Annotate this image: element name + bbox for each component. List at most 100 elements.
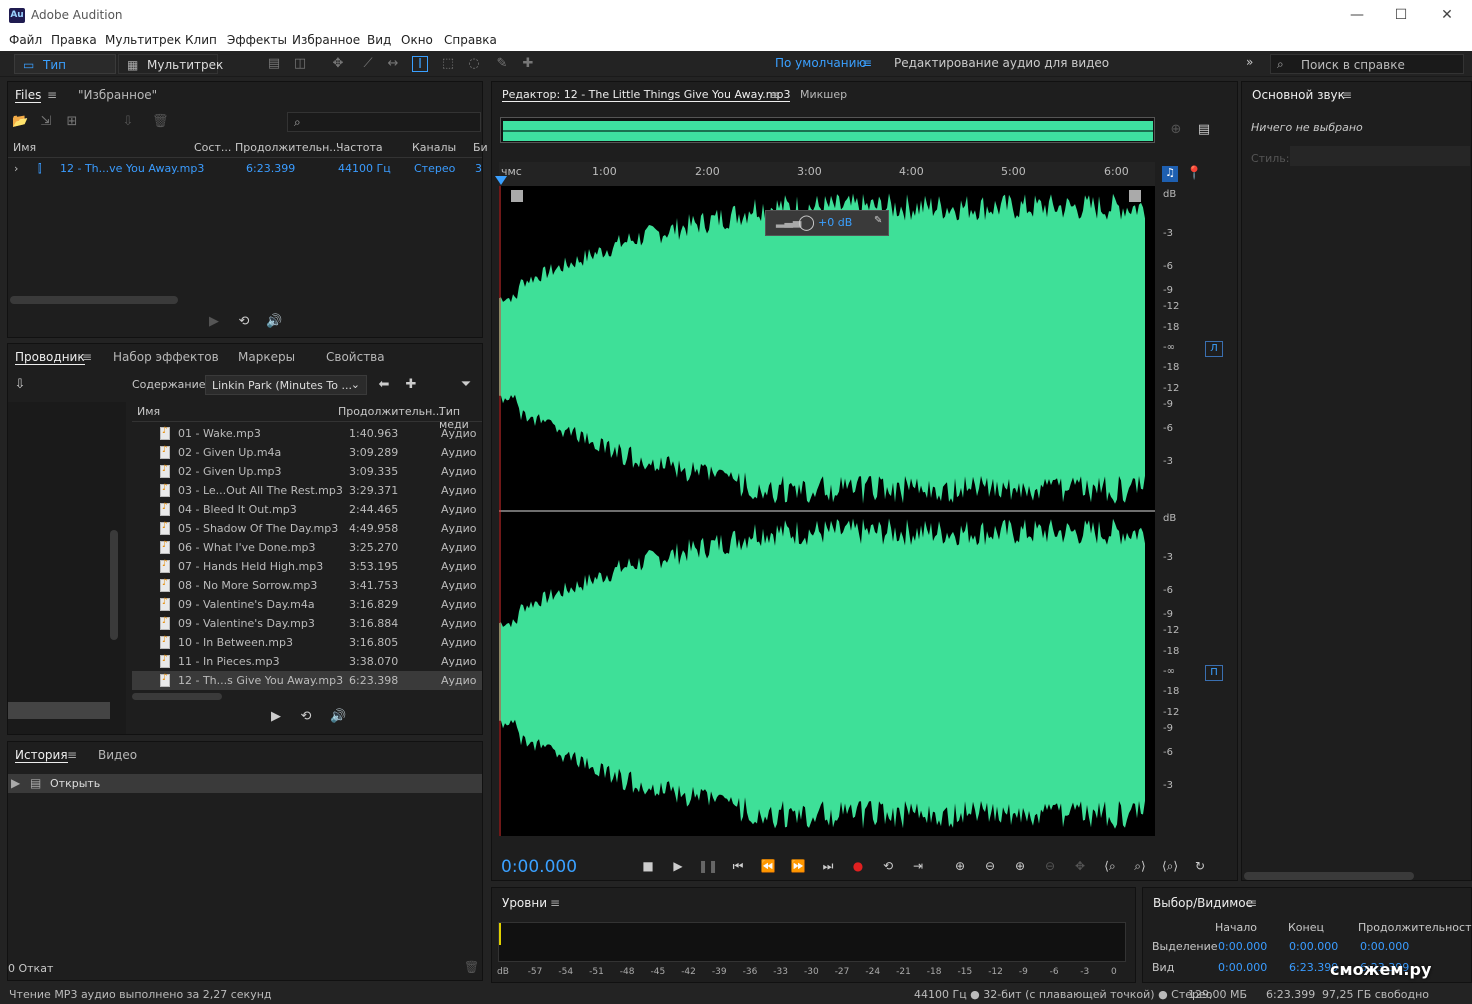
list-item[interactable]: 04 - Bleed It Out.mp3 2:44.465 Аудио [132,500,482,519]
list-item[interactable]: 03 - Le...Out All The Rest.mp3 3:29.371 Ау… [132,481,482,500]
tab-selection-view[interactable]: Выбор/Видимое [1153,896,1253,910]
zoom-in-amplitude-icon[interactable]: ⊕ [950,857,970,875]
menu-edit[interactable]: Правка [51,33,97,47]
selection-duration[interactable]: 0:00.000 [1360,940,1409,953]
razor-tool-icon[interactable]: ⟋ [360,56,376,72]
marquee-tool-icon[interactable]: ⬚ [440,56,456,72]
tab-effects-rack[interactable]: Набор эффектов [113,350,219,364]
explorer-menu-icon[interactable]: ≡ [82,350,92,364]
history-item[interactable]: ▶ ▤ Открыть [8,774,482,793]
more-workspaces-icon[interactable]: » [1246,55,1253,69]
zoom-selection-icon[interactable]: ✥ [1070,857,1090,875]
autoplay-icon[interactable]: 🔊 [266,314,282,330]
zoom-full-icon[interactable]: ⟨⌕⟩ [1160,857,1180,875]
open-file-icon[interactable]: 📂 [12,114,28,130]
list-item[interactable]: 10 - In Between.mp3 3:16.805 Аудио [132,633,482,652]
file-row[interactable]: › ⫿ 12 - Th...ve You Away.mp3 6:23.399 4… [8,159,482,178]
maximize-button[interactable]: ☐ [1386,4,1416,26]
editor-menu-icon[interactable]: ≡ [769,88,779,102]
move-tool-icon[interactable]: ✥ [330,56,346,72]
delete-icon[interactable]: 🗑 [152,114,169,130]
essential-menu-icon[interactable]: ≡ [1342,88,1352,102]
spot-healing-icon[interactable]: ✚ [520,56,536,72]
col-rate[interactable]: Частота [336,141,383,154]
expand-icon[interactable]: › [14,162,18,175]
menu-effects[interactable]: Эффекты [227,33,287,47]
col-duration[interactable]: Продолжительн... [235,141,340,154]
selection-menu-icon[interactable]: ≡ [1247,896,1257,910]
files-hscrollbar[interactable] [10,296,178,304]
col-name[interactable]: Имя [137,405,160,418]
zoom-in-left-icon[interactable]: ⟨⌕ [1100,857,1120,875]
skip-selection-icon[interactable]: ⇥ [908,857,928,875]
levels-menu-icon[interactable]: ≡ [550,896,560,910]
tab-favorites[interactable]: "Избранное" [78,88,157,102]
col-channels[interactable]: Каналы [412,141,456,154]
list-item[interactable]: 08 - No More Sorrow.mp3 3:41.753 Аудио [132,576,482,595]
channel-left-toggle[interactable]: Л [1205,341,1223,357]
menu-view[interactable]: Вид [367,33,391,47]
playhead-marker[interactable] [495,176,507,185]
list-item[interactable]: 02 - Given Up.mp3 3:09.335 Аудио [132,462,482,481]
import-file-icon[interactable]: ⇲ [38,114,54,130]
fade-in-handle[interactable] [511,190,523,202]
list-item[interactable]: 09 - Valentine's Day.mp3 3:16.884 Аудио [132,614,482,633]
brush-tool-icon[interactable]: ✎ [494,56,510,72]
waveform-display[interactable]: ▂▃▄ ◯ +0 dB ✎ [499,186,1155,836]
current-time[interactable]: 0:00.000 [501,857,577,877]
tab-files[interactable]: Files [15,88,42,103]
multitrack-view-button[interactable]: ▦ Мультитрек [118,54,223,74]
new-file-icon[interactable]: ⊞ [64,114,80,130]
import-icon[interactable]: ⇩ [12,377,28,393]
filter-icon[interactable]: ⏷ [458,377,474,393]
time-ruler[interactable]: чмс 1:00 2:00 3:00 4:00 5:00 6:00 [495,162,1155,186]
list-item[interactable]: 06 - What I've Done.mp3 3:25.270 Аудио [132,538,482,557]
menu-multitrack[interactable]: Мультитрек [105,33,181,47]
list-item[interactable]: 01 - Wake.mp3 1:40.963 Аудио [132,424,482,443]
hud-gain-value[interactable]: +0 dB [818,216,852,229]
pause-icon[interactable]: ❚❚ [698,857,718,875]
workspace-video[interactable]: Редактирование аудио для видео [894,56,1109,70]
waveform-view-button[interactable]: ▭ Тип сигнала [14,54,116,92]
col-name[interactable]: Имя [13,141,36,154]
col-state[interactable]: Сост... [194,141,231,154]
loop-icon[interactable]: ⟲ [878,857,898,875]
spectral-pitch-icon[interactable]: ◫ [292,56,308,72]
zoom-in-right-icon[interactable]: ⌕⟩ [1130,857,1150,875]
hud-gain[interactable]: ▂▃▄ ◯ +0 dB ✎ [765,210,889,236]
add-icon[interactable]: ✚ [403,377,419,393]
record-icon[interactable]: ● [848,857,868,875]
style-dropdown[interactable] [1290,146,1470,166]
tab-editor[interactable]: Редактор: 12 - The Little Things Give Yo… [502,88,791,102]
loop-icon[interactable]: ⟲ [236,314,252,330]
tree-vscrollbar[interactable] [110,530,118,640]
tab-markers[interactable]: Маркеры [238,350,295,364]
layout-icon[interactable]: ▤ [1196,122,1212,138]
tab-mixer[interactable]: Микшер [800,88,847,101]
view-start[interactable]: 0:00.000 [1218,961,1267,974]
time-selection-tool-icon[interactable]: I [412,56,428,72]
menu-help[interactable]: Справка [444,33,497,47]
selection-end[interactable]: 0:00.000 [1289,940,1338,953]
insert-icon[interactable]: ⇩ [120,114,136,130]
tab-essential-sound[interactable]: Основной звук [1252,88,1345,102]
workspace-menu-icon[interactable]: ≡ [862,56,872,70]
gain-knob-icon[interactable]: ◯ [798,213,815,231]
pin-icon[interactable]: 📍 [1186,166,1202,182]
skip-end-icon[interactable]: ⏭ [818,857,838,875]
files-search-input[interactable]: ⌕ [287,112,481,132]
files-menu-icon[interactable]: ≡ [47,88,57,102]
col-duration[interactable]: Продолжительн... [338,405,443,418]
history-menu-icon[interactable]: ≡ [67,748,77,762]
menu-window[interactable]: Окно [401,33,433,47]
col-bits[interactable]: Би [473,141,488,154]
list-item[interactable]: 11 - In Pieces.mp3 3:38.070 Аудио [132,652,482,671]
fast-forward-icon[interactable]: ⏩ [788,857,808,875]
minimize-button[interactable]: — [1342,4,1372,26]
play-icon[interactable]: ▶ [668,857,688,875]
lasso-tool-icon[interactable]: ◌ [466,56,482,72]
close-button[interactable]: ✕ [1432,4,1462,26]
slip-tool-icon[interactable]: ↔ [385,56,401,72]
channel-right-toggle[interactable]: П [1205,665,1223,681]
selection-start[interactable]: 0:00.000 [1218,940,1267,953]
